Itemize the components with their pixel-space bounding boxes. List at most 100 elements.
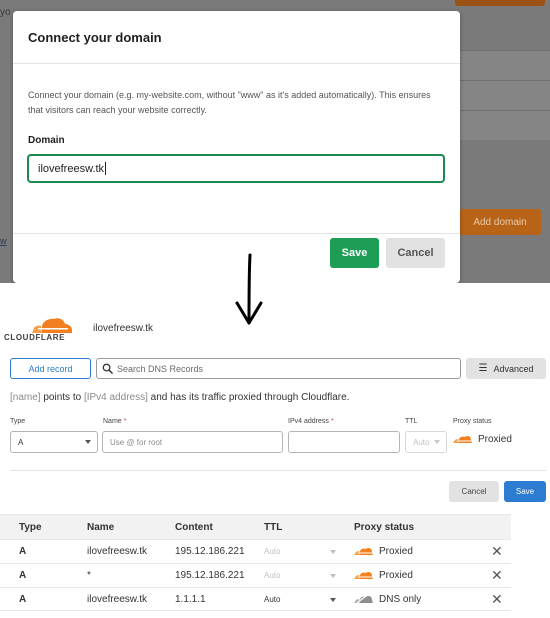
chevron-down-icon — [85, 440, 91, 444]
record-ttl-select[interactable]: Auto — [264, 540, 340, 563]
cloudflare-wordmark: CLOUDFLARE — [4, 333, 66, 342]
record-proxy-status[interactable]: DNS only — [354, 588, 421, 610]
record-proxy-status[interactable]: Proxied — [354, 564, 413, 587]
proxy-status-label: Proxy status — [453, 418, 492, 425]
hint-text: points to — [40, 392, 84, 403]
name-input[interactable]: Use @ for root — [102, 431, 283, 453]
background-link[interactable]: w — [0, 236, 7, 246]
record-content: 195.12.186.221 — [175, 570, 245, 581]
type-label: Type — [10, 418, 26, 425]
name-input-placeholder: Use @ for root — [110, 437, 163, 447]
cloudflare-cloud-icon — [32, 318, 72, 333]
advanced-label: Advanced — [493, 363, 534, 374]
name-label: Name * — [103, 418, 126, 425]
hint-name-placeholder: [name] — [10, 392, 41, 403]
required-mark: * — [330, 418, 334, 425]
connect-domain-modal: Connect your domain Connect your domain … — [13, 11, 460, 283]
record-proxy-label: Proxied — [379, 546, 413, 557]
chevron-down-icon — [330, 574, 336, 578]
header-ttl[interactable]: TTL — [264, 515, 340, 539]
record-name: ilovefreesw.tk — [87, 546, 148, 557]
save-record-button[interactable]: Save — [504, 481, 546, 502]
table-header: Type Name Content TTL Proxy status — [0, 514, 511, 539]
record-ttl: Auto — [264, 547, 281, 556]
header-proxy-status[interactable]: Proxy status — [354, 515, 414, 539]
record-proxy-label: DNS only — [379, 593, 422, 605]
table-row[interactable]: A ilovefreesw.tk 195.12.186.221 Auto Pro… — [0, 539, 511, 563]
background-text: yo — [0, 7, 11, 18]
modal-title: Connect your domain — [28, 30, 162, 45]
zone-domain: ilovefreesw.tk — [93, 323, 154, 334]
delete-record-icon[interactable]: ✕ — [491, 588, 503, 610]
record-proxy-status[interactable]: Proxied — [354, 540, 413, 563]
record-ttl: Auto — [264, 594, 281, 604]
chevron-down-icon — [434, 440, 440, 444]
record-ttl-select[interactable]: Auto — [264, 564, 340, 587]
search-icon — [102, 363, 113, 374]
record-hint: [name] points to [IPv4 address] and has … — [10, 392, 349, 403]
record-ttl-select[interactable]: Auto — [264, 588, 340, 610]
header-content[interactable]: Content — [175, 515, 213, 539]
ipv4-label: IPv4 address * — [288, 418, 334, 425]
hint-ip-placeholder: [IPv4 address] — [83, 392, 148, 403]
chevron-down-icon — [330, 598, 336, 602]
background-row — [460, 50, 550, 80]
domain-input-value: ilovefreesw.tk — [38, 162, 105, 175]
ipv4-label-text: IPv4 address — [288, 418, 329, 425]
record-type: A — [19, 593, 27, 605]
background-row — [460, 80, 550, 110]
record-name: * — [87, 570, 91, 581]
modal-footer-divider — [13, 233, 460, 234]
domain-input[interactable]: ilovefreesw.tk — [27, 154, 445, 183]
record-proxy-label: Proxied — [379, 570, 413, 581]
down-arrow-icon — [235, 253, 263, 325]
text-caret — [105, 162, 107, 175]
required-mark: * — [123, 418, 127, 425]
filter-list-icon: ☰ — [478, 363, 488, 374]
form-divider — [10, 470, 546, 471]
record-name: ilovefreesw.tk — [87, 593, 148, 605]
modal-divider — [13, 63, 460, 64]
dns-only-cloud-icon — [354, 595, 373, 603]
table-row[interactable]: A * 195.12.186.221 Auto Proxied ✕ — [0, 563, 511, 587]
ipv4-input[interactable] — [288, 431, 400, 453]
add-domain-button[interactable]: Add domain — [459, 209, 541, 235]
table-row[interactable]: A ilovefreesw.tk 1.1.1.1 Auto DNS only ✕ — [0, 587, 511, 611]
proxy-status-toggle[interactable]: Proxied — [453, 434, 512, 445]
modal-description: Connect your domain (e.g. my-website.com… — [28, 90, 431, 115]
record-content: 1.1.1.1 — [175, 593, 206, 605]
type-select[interactable]: A — [10, 431, 98, 453]
save-button[interactable]: Save — [330, 238, 379, 268]
domain-label: Domain — [28, 135, 65, 146]
ttl-select-value: Auto — [413, 437, 430, 447]
cancel-button[interactable]: Cancel — [386, 238, 445, 268]
record-type: A — [19, 546, 27, 557]
proxy-status-value: Proxied — [478, 434, 512, 445]
name-label-text: Name — [103, 418, 122, 425]
proxied-cloud-icon — [453, 436, 472, 443]
proxied-cloud-icon — [354, 548, 373, 555]
type-select-value: A — [18, 437, 24, 447]
builder-screen: yo Add domain w Connect your domain Conn… — [0, 0, 550, 283]
proxied-cloud-icon — [354, 572, 373, 579]
chevron-down-icon — [330, 550, 336, 554]
add-record-button[interactable]: Add record — [10, 358, 91, 379]
search-placeholder: Search DNS Records — [117, 363, 204, 374]
record-type: A — [19, 570, 27, 581]
header-type[interactable]: Type — [19, 515, 42, 539]
delete-record-icon[interactable]: ✕ — [491, 564, 503, 587]
ttl-label: TTL — [405, 418, 418, 425]
screenshot-frame: yo Add domain w Connect your domain Conn… — [0, 0, 550, 618]
dns-search-input[interactable]: Search DNS Records — [96, 358, 461, 379]
cloudflare-logo: CLOUDFLARE — [4, 316, 74, 342]
header-name[interactable]: Name — [87, 515, 114, 539]
background-row — [460, 110, 550, 140]
ttl-select[interactable]: Auto — [405, 431, 447, 453]
record-content: 195.12.186.221 — [175, 546, 245, 557]
advanced-button[interactable]: ☰ Advanced — [466, 358, 546, 379]
hint-text: and has its traffic proxied through Clou… — [147, 392, 350, 403]
cancel-record-button[interactable]: Cancel — [449, 481, 499, 502]
record-ttl: Auto — [264, 571, 281, 580]
delete-record-icon[interactable]: ✕ — [491, 540, 503, 563]
dns-records-table: Type Name Content TTL Proxy status A ilo… — [0, 514, 511, 611]
